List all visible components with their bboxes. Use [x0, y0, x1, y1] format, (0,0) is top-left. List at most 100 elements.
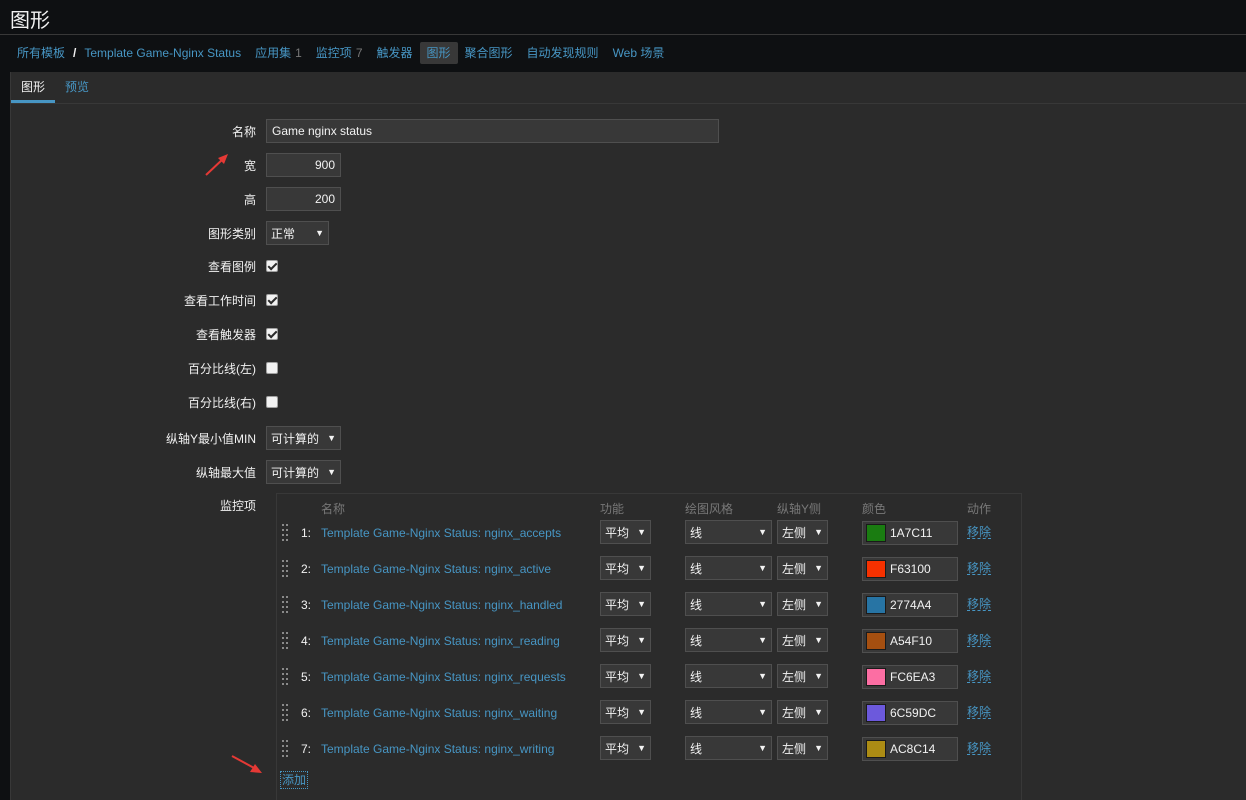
color-picker[interactable]: A54F10: [862, 629, 958, 653]
graph-type-select[interactable]: 正常 ▼: [266, 221, 329, 245]
function-select[interactable]: 平均 ▼: [600, 700, 651, 724]
ymax-value: 可计算的: [271, 465, 320, 480]
color-picker[interactable]: F63100: [862, 557, 958, 581]
nav-template[interactable]: Template Game-Nginx Status: [77, 42, 248, 64]
ymax-select[interactable]: 可计算的 ▼: [266, 460, 341, 484]
color-swatch[interactable]: [866, 668, 886, 686]
row-ymax: 纵轴最大值 可计算的 ▼: [11, 460, 341, 484]
caret-down-icon: ▼: [814, 635, 823, 645]
caret-down-icon: ▼: [814, 671, 823, 681]
caret-down-icon: ▼: [327, 433, 336, 443]
y-axis-side-select[interactable]: 左侧 ▼: [777, 520, 828, 544]
item-name-link[interactable]: Template Game-Nginx Status: nginx_active: [321, 562, 551, 576]
remove-item-button[interactable]: 移除: [967, 634, 992, 647]
draw-style-select[interactable]: 线 ▼: [685, 664, 772, 688]
nav-applications[interactable]: 应用集 1: [248, 42, 309, 64]
nav-discovery-rules[interactable]: 自动发现规则: [520, 42, 606, 64]
item-name-link[interactable]: Template Game-Nginx Status: nginx_waitin…: [321, 706, 557, 720]
row-graph-type: 图形类别 正常 ▼: [11, 221, 329, 245]
percentile-right-checkbox[interactable]: [266, 396, 278, 408]
caret-down-icon: ▼: [814, 563, 823, 573]
height-input[interactable]: [266, 187, 341, 211]
show-legend-checkbox[interactable]: [266, 260, 278, 272]
nav-web-scenarios[interactable]: Web 场景: [606, 42, 672, 64]
show-triggers-checkbox[interactable]: [266, 328, 278, 340]
nav-items[interactable]: 监控项 7: [309, 42, 370, 64]
nav-triggers[interactable]: 触发器: [370, 42, 420, 64]
percentile-right-label: 百分比线(右): [188, 395, 256, 410]
row-show-legend: 查看图例: [11, 254, 278, 278]
drag-handle-icon[interactable]: [282, 666, 290, 686]
drag-handle-icon[interactable]: [282, 594, 290, 614]
percentile-left-checkbox[interactable]: [266, 362, 278, 374]
color-picker[interactable]: 1A7C11: [862, 521, 958, 545]
y-axis-side-select[interactable]: 左侧 ▼: [777, 736, 828, 760]
drag-handle-icon[interactable]: [282, 522, 290, 542]
drag-handle-icon[interactable]: [282, 630, 290, 650]
show-working-time-checkbox[interactable]: [266, 294, 278, 306]
item-name-link[interactable]: Template Game-Nginx Status: nginx_readin…: [321, 634, 560, 648]
color-swatch[interactable]: [866, 704, 886, 722]
remove-item-button[interactable]: 移除: [967, 598, 992, 611]
item-name-link[interactable]: Template Game-Nginx Status: nginx_accept…: [321, 526, 561, 540]
remove-item-button[interactable]: 移除: [967, 706, 992, 719]
item-name-link[interactable]: Template Game-Nginx Status: nginx_handle…: [321, 598, 562, 612]
function-select[interactable]: 平均 ▼: [600, 556, 651, 580]
name-input[interactable]: [266, 119, 719, 143]
remove-item-button[interactable]: 移除: [967, 742, 992, 755]
color-swatch[interactable]: [866, 524, 886, 542]
caret-down-icon: ▼: [327, 467, 336, 477]
row-percentile-right: 百分比线(右): [11, 390, 278, 414]
y-axis-side-select[interactable]: 左侧 ▼: [777, 592, 828, 616]
color-picker[interactable]: FC6EA3: [862, 665, 958, 689]
tab-preview[interactable]: 预览: [55, 72, 99, 103]
color-picker[interactable]: 6C59DC: [862, 701, 958, 725]
y-axis-side-select[interactable]: 左侧 ▼: [777, 700, 828, 724]
caret-down-icon: ▼: [758, 707, 767, 717]
draw-style-select[interactable]: 线 ▼: [685, 592, 772, 616]
remove-item-button[interactable]: 移除: [967, 670, 992, 683]
color-swatch[interactable]: [866, 560, 886, 578]
draw-style-select[interactable]: 线 ▼: [685, 700, 772, 724]
remove-item-button[interactable]: 移除: [967, 526, 992, 539]
y-axis-side-select[interactable]: 左侧 ▼: [777, 664, 828, 688]
function-select[interactable]: 平均 ▼: [600, 592, 651, 616]
nav-screens[interactable]: 聚合图形: [458, 42, 520, 64]
caret-down-icon: ▼: [637, 743, 646, 753]
y-axis-side-select[interactable]: 左侧 ▼: [777, 628, 828, 652]
function-select[interactable]: 平均 ▼: [600, 628, 651, 652]
draw-style-select[interactable]: 线 ▼: [685, 556, 772, 580]
function-select[interactable]: 平均 ▼: [600, 664, 651, 688]
color-picker[interactable]: AC8C14: [862, 737, 958, 761]
width-input[interactable]: [266, 153, 341, 177]
remove-item-button[interactable]: 移除: [967, 562, 992, 575]
tab-graph[interactable]: 图形: [11, 72, 56, 103]
caret-down-icon: ▼: [758, 599, 767, 609]
function-select[interactable]: 平均 ▼: [600, 520, 651, 544]
drag-handle-icon[interactable]: [282, 702, 290, 722]
nav-all-templates[interactable]: 所有模板: [10, 42, 72, 64]
y-axis-side-select[interactable]: 左侧 ▼: [777, 556, 828, 580]
caret-down-icon: ▼: [758, 671, 767, 681]
color-picker[interactable]: 2774A4: [862, 593, 958, 617]
caret-down-icon: ▼: [637, 599, 646, 609]
header-y-axis-side: 纵轴Y侧: [777, 502, 822, 516]
ymin-select[interactable]: 可计算的 ▼: [266, 426, 341, 450]
draw-style-select[interactable]: 线 ▼: [685, 736, 772, 760]
draw-style-select[interactable]: 线 ▼: [685, 628, 772, 652]
nav-graphs[interactable]: 图形: [419, 42, 458, 64]
function-select[interactable]: 平均 ▼: [600, 736, 651, 760]
draw-style-value: 线: [690, 705, 703, 720]
item-name-link[interactable]: Template Game-Nginx Status: nginx_reques…: [321, 670, 566, 684]
color-swatch[interactable]: [866, 632, 886, 650]
caret-down-icon: ▼: [637, 671, 646, 681]
drag-handle-icon[interactable]: [282, 558, 290, 578]
drag-handle-icon[interactable]: [282, 738, 290, 758]
item-name-link[interactable]: Template Game-Nginx Status: nginx_writin…: [321, 742, 554, 756]
color-swatch[interactable]: [866, 740, 886, 758]
draw-style-select[interactable]: 线 ▼: [685, 520, 772, 544]
show-working-time-label: 查看工作时间: [183, 293, 256, 308]
add-item-button[interactable]: 添加: [280, 771, 309, 789]
height-label: 高: [243, 192, 256, 207]
color-swatch[interactable]: [866, 596, 886, 614]
